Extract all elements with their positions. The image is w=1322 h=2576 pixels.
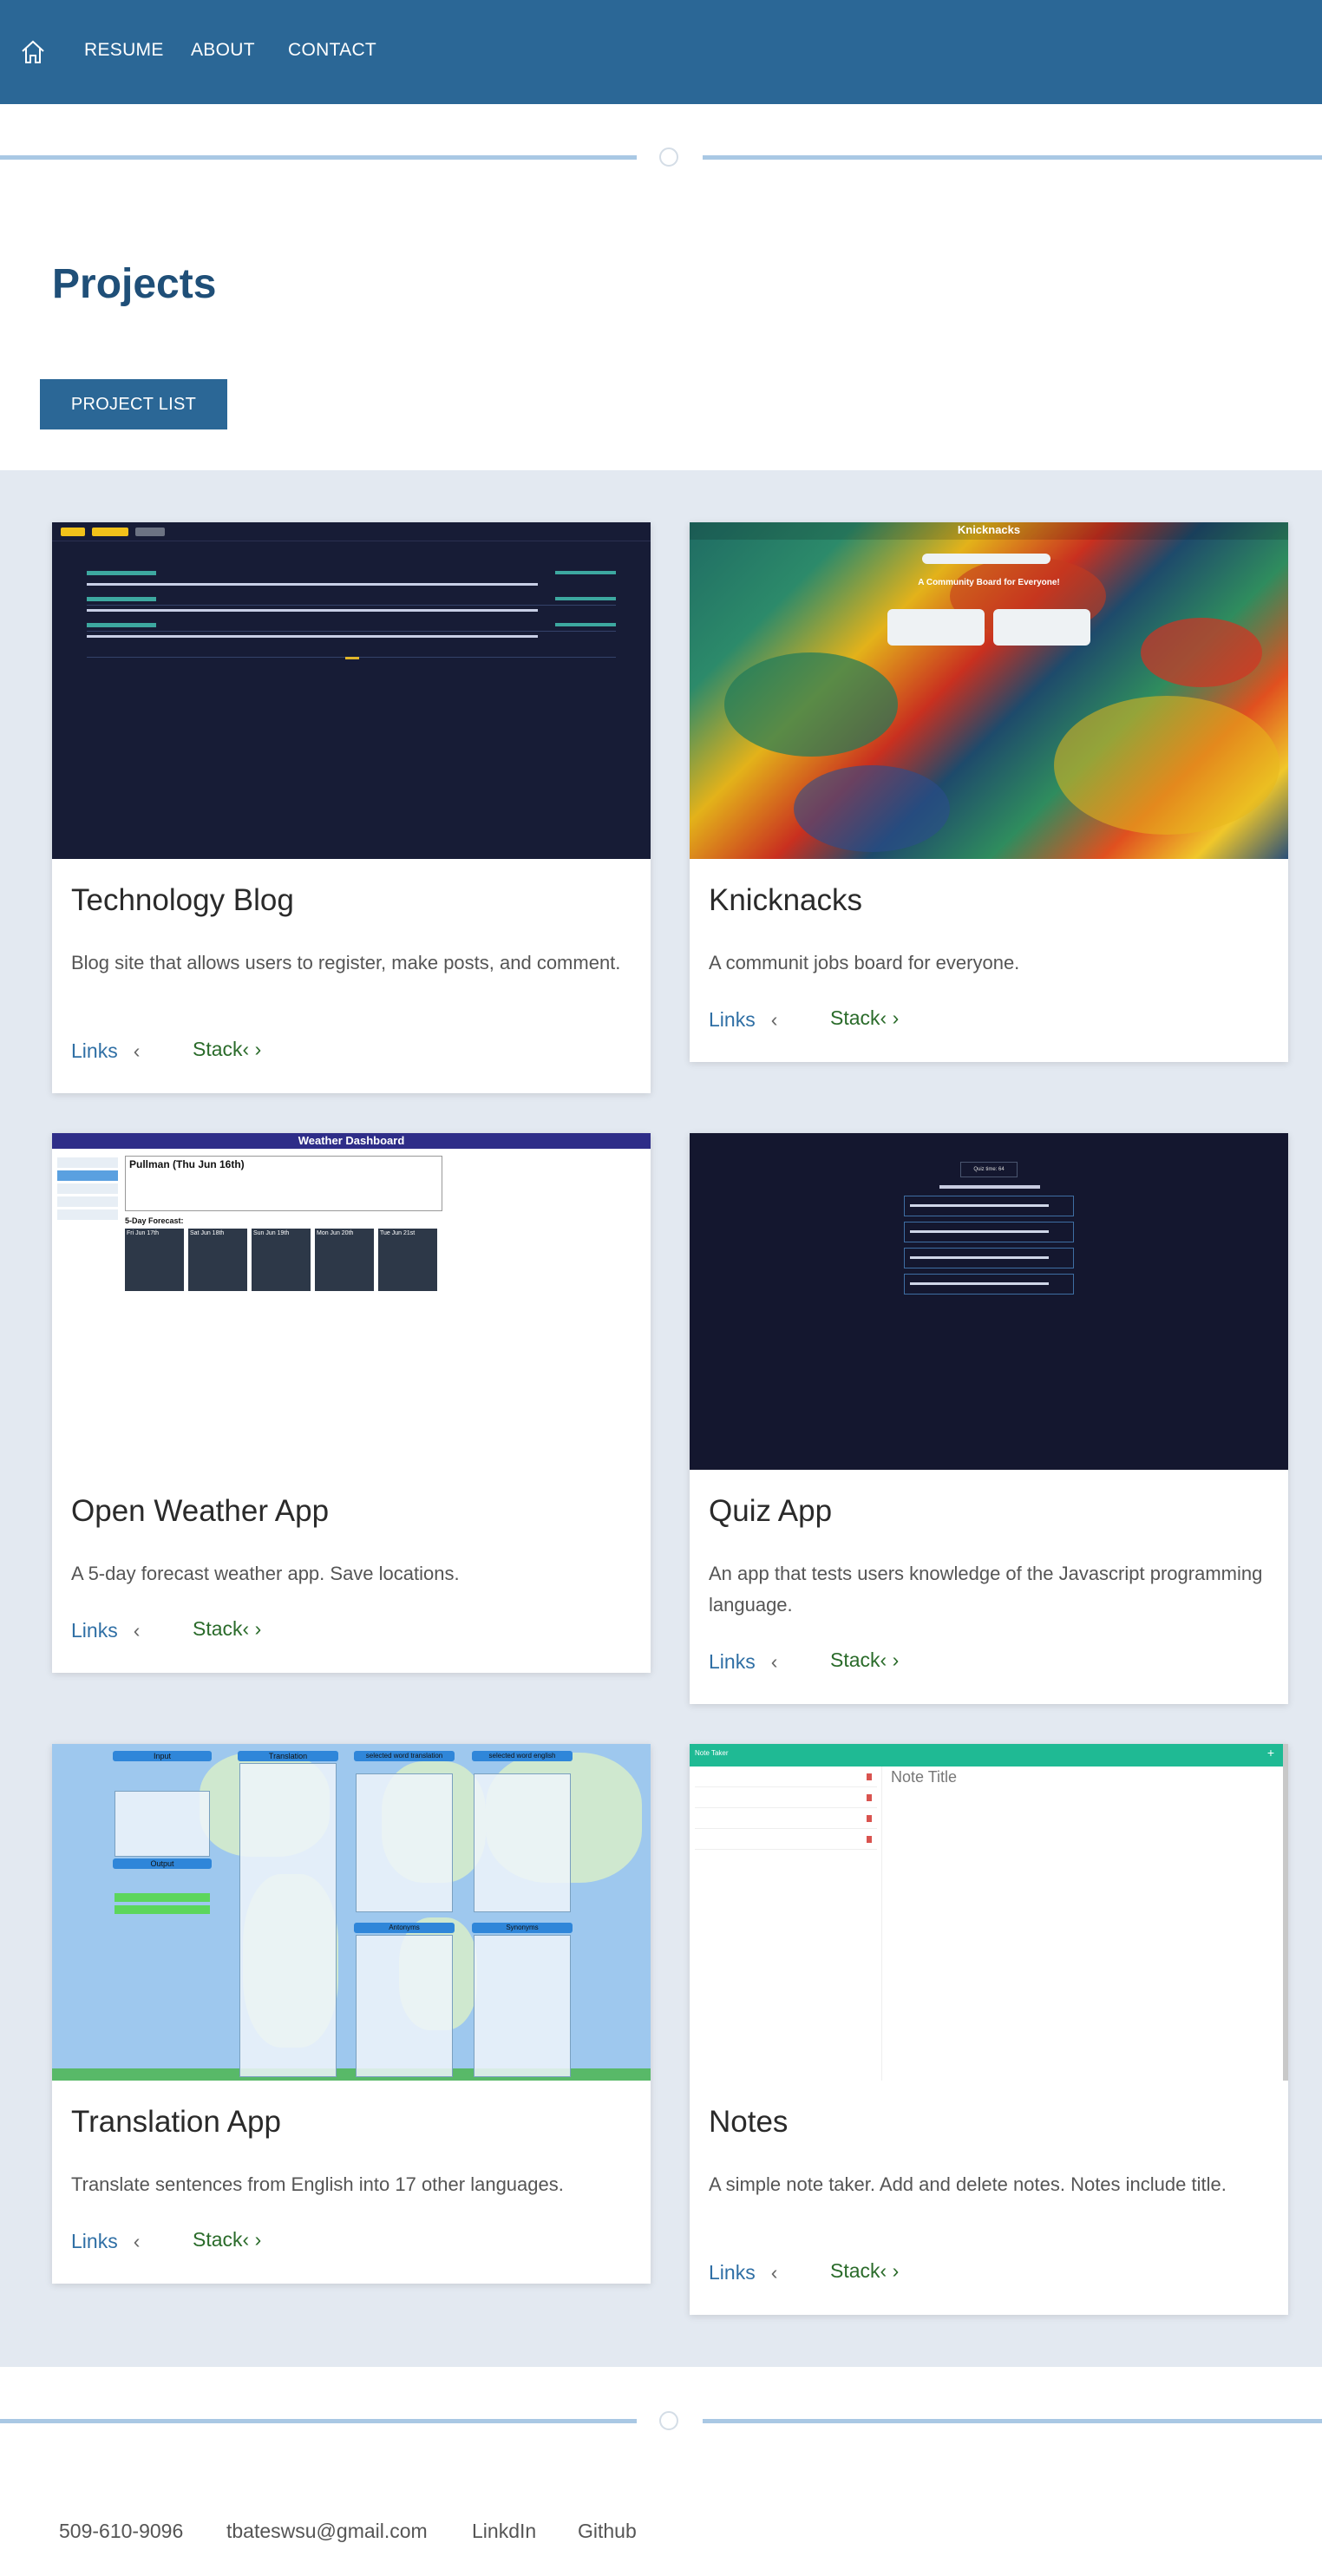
chevron-left-icon: ‹ bbox=[133, 1039, 141, 1062]
code-icon: ‹ › bbox=[880, 2259, 900, 2282]
project-card-knicknacks: Knicknacks A Community Board for Everyon… bbox=[690, 522, 1288, 1062]
forecast-day: Sat Jun 18th bbox=[190, 1230, 225, 1236]
thumbnail-heading: Weather Dashboard bbox=[52, 1133, 651, 1149]
project-title: Open Weather App bbox=[71, 1494, 330, 1528]
project-description: A communit jobs board for everyone. bbox=[709, 952, 1020, 973]
project-title: Technology Blog bbox=[71, 883, 294, 917]
panel-title: Input bbox=[153, 1752, 172, 1760]
chevron-left-icon: ‹ bbox=[770, 2261, 778, 2284]
chevron-left-icon: ‹ bbox=[770, 1008, 778, 1031]
project-description: An app that tests users knowledge of the… bbox=[709, 1563, 1263, 1616]
code-icon: ‹ › bbox=[880, 1006, 900, 1029]
project-card-open-weather-app: Weather Dashboard Pullman (Thu Jun 16th)… bbox=[52, 1133, 651, 1673]
links-label: Links bbox=[709, 1650, 756, 1673]
stack-label: Stack bbox=[193, 1617, 243, 1640]
home-icon[interactable] bbox=[19, 38, 47, 66]
nav-link-about[interactable]: ABOUT bbox=[191, 40, 255, 61]
project-description: A simple note taker. Add and delete note… bbox=[709, 2173, 1227, 2195]
footer-email[interactable]: tbateswsu@gmail.com bbox=[226, 2520, 428, 2543]
thumbnail-heading: Knicknacks bbox=[957, 523, 1021, 536]
forecast-day: Tue Jun 21st bbox=[380, 1230, 416, 1236]
project-card-notes: Note Taker + Note Title Notes A simple no… bbox=[690, 1744, 1288, 2315]
links-label: Links bbox=[709, 1008, 756, 1031]
project-title: Translation App bbox=[71, 2105, 281, 2139]
code-icon: ‹ › bbox=[242, 1617, 262, 1640]
panel-title: Output bbox=[150, 1859, 174, 1868]
panel-title: selected word translation bbox=[365, 1752, 443, 1760]
project-thumbnail[interactable] bbox=[52, 522, 651, 859]
panel-title: Antonyms bbox=[389, 1924, 420, 1931]
chevron-left-icon: ‹ bbox=[133, 1619, 141, 1642]
code-icon: ‹ › bbox=[242, 2228, 262, 2251]
links-label: Links bbox=[709, 2261, 756, 2284]
nav-link-contact[interactable]: CONTACT bbox=[288, 40, 376, 61]
stack-label: Stack bbox=[830, 1649, 880, 1671]
links-dropdown[interactable]: Links ‹ bbox=[709, 1008, 777, 1032]
section-divider bbox=[0, 144, 1322, 170]
plus-icon: + bbox=[1266, 1746, 1274, 1760]
weather-city: Pullman (Thu Jun 16th) bbox=[129, 1158, 245, 1170]
links-dropdown[interactable]: Links ‹ bbox=[71, 2230, 140, 2253]
thumbnail-tagline: A Community Board for Everyone! bbox=[918, 578, 1060, 587]
stack-label: Stack bbox=[830, 2259, 880, 2282]
footer-linkedin[interactable]: LinkdIn bbox=[472, 2520, 536, 2543]
project-thumbnail[interactable]: Note Taker + Note Title bbox=[690, 1744, 1288, 2081]
project-title: Notes bbox=[709, 2105, 789, 2139]
forecast-day: Mon Jun 20th bbox=[317, 1230, 354, 1236]
stack-dropdown[interactable]: Stack‹ › bbox=[193, 1038, 261, 1061]
footer-github[interactable]: Github bbox=[578, 2520, 637, 2543]
project-title: Knicknacks bbox=[709, 883, 863, 917]
chevron-left-icon: ‹ bbox=[133, 2230, 141, 2252]
project-title: Quiz App bbox=[709, 1494, 833, 1528]
note-title: Note Title bbox=[891, 1768, 958, 1786]
stack-label: Stack bbox=[193, 1038, 243, 1060]
stack-dropdown[interactable]: Stack‹ › bbox=[830, 1649, 899, 1672]
panel-title: selected word english bbox=[488, 1752, 556, 1760]
thumbnail-heading: Note Taker bbox=[695, 1749, 729, 1757]
nav-link-resume[interactable]: RESUME bbox=[84, 40, 164, 61]
project-description: A 5-day forecast weather app. Save locat… bbox=[71, 1563, 460, 1584]
links-dropdown[interactable]: Links ‹ bbox=[709, 1650, 777, 1674]
panel-title: Synonyms bbox=[506, 1924, 539, 1931]
chevron-left-icon: ‹ bbox=[770, 1650, 778, 1673]
project-description: Translate sentences from English into 17… bbox=[71, 2173, 564, 2195]
panel-title: Translation bbox=[268, 1752, 308, 1760]
project-thumbnail[interactable]: Knicknacks A Community Board for Everyon… bbox=[690, 522, 1288, 859]
project-card-translation-app: Input Output Translation selected word t… bbox=[52, 1744, 651, 2284]
stack-label: Stack bbox=[193, 2228, 243, 2251]
links-dropdown[interactable]: Links ‹ bbox=[71, 1619, 140, 1642]
stack-dropdown[interactable]: Stack‹ › bbox=[193, 2228, 261, 2252]
project-thumbnail[interactable]: Input Output Translation selected word t… bbox=[52, 1744, 651, 2081]
forecast-day: Fri Jun 17th bbox=[127, 1230, 159, 1236]
section-divider bbox=[0, 2408, 1322, 2434]
links-label: Links bbox=[71, 1039, 118, 1062]
project-description: Blog site that allows users to register,… bbox=[71, 952, 621, 973]
code-icon: ‹ › bbox=[242, 1038, 262, 1060]
page-title: Projects bbox=[52, 261, 217, 307]
project-card-quiz-app: Quiz time: 64 Quiz App An app that tests… bbox=[690, 1133, 1288, 1704]
links-dropdown[interactable]: Links ‹ bbox=[71, 1039, 140, 1063]
quiz-timer: Quiz time: 64 bbox=[973, 1167, 1005, 1172]
links-dropdown[interactable]: Links ‹ bbox=[709, 2261, 777, 2284]
stack-label: Stack bbox=[830, 1006, 880, 1029]
project-thumbnail[interactable]: Quiz time: 64 bbox=[690, 1133, 1288, 1470]
stack-dropdown[interactable]: Stack‹ › bbox=[830, 2259, 899, 2283]
code-icon: ‹ › bbox=[880, 1649, 900, 1671]
project-thumbnail[interactable]: Weather Dashboard Pullman (Thu Jun 16th)… bbox=[52, 1133, 651, 1470]
links-label: Links bbox=[71, 1619, 118, 1642]
stack-dropdown[interactable]: Stack‹ › bbox=[830, 1006, 899, 1030]
forecast-day: Sun Jun 19th bbox=[253, 1230, 290, 1236]
stack-dropdown[interactable]: Stack‹ › bbox=[193, 1617, 261, 1641]
project-card-technology-blog: Technology Blog Blog site that allows us… bbox=[52, 522, 651, 1093]
project-list-button[interactable]: PROJECT LIST bbox=[40, 379, 227, 429]
links-label: Links bbox=[71, 2230, 118, 2252]
footer-phone[interactable]: 509-610-9096 bbox=[59, 2520, 183, 2543]
top-navbar: RESUME ABOUT CONTACT bbox=[0, 0, 1322, 104]
weather-forecast-label: 5-Day Forecast: bbox=[125, 1216, 184, 1225]
